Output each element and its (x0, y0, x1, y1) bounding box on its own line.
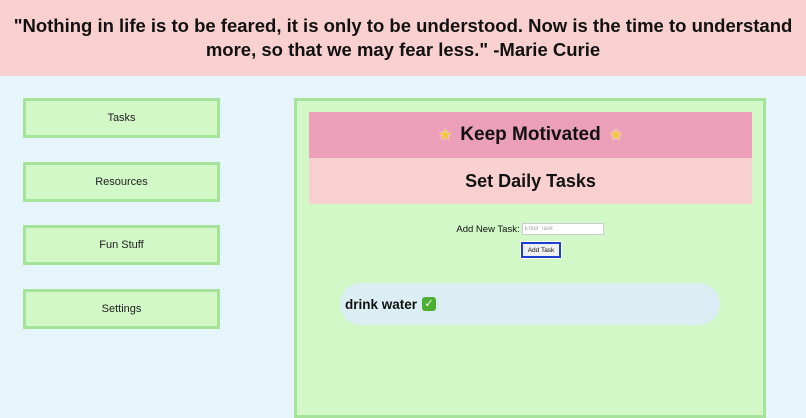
add-task-row: Add New Task: (297, 223, 763, 235)
motivate-title: Keep Motivated (460, 124, 601, 145)
nav-resources-button[interactable]: Resources (23, 162, 220, 202)
nav-settings-button[interactable]: Settings (23, 289, 220, 329)
daily-tasks-title: Set Daily Tasks (465, 170, 596, 191)
nav-resources-label: Resources (95, 176, 148, 188)
task-input[interactable] (521, 223, 604, 235)
task-text: drink water (345, 296, 418, 312)
nav-tasks-label: Tasks (107, 112, 136, 124)
task-panel: ★ Keep Motivated ★ Set Daily Tasks Add N… (294, 98, 766, 418)
daily-tasks-header: Set Daily Tasks (309, 158, 752, 204)
nav-settings-label: Settings (101, 303, 142, 315)
star-icon: ★ (437, 127, 453, 144)
quote-banner: "Nothing in life is to be feared, it is … (0, 0, 806, 76)
add-task-label: Add New Task: (456, 223, 520, 235)
star-icon: ★ (608, 127, 624, 144)
nav-fun-stuff-label: Fun Stuff (99, 239, 144, 251)
check-mark-icon: ✓ (422, 297, 437, 311)
task-list-item: drink water ✓ (340, 283, 720, 325)
nav-fun-stuff-button[interactable]: Fun Stuff (23, 225, 220, 265)
nav-tasks-button[interactable]: Tasks (23, 98, 220, 138)
quote-text: "Nothing in life is to be feared, it is … (13, 15, 793, 60)
add-task-button[interactable]: Add Task (520, 241, 562, 259)
motivate-header: ★ Keep Motivated ★ (309, 112, 752, 158)
